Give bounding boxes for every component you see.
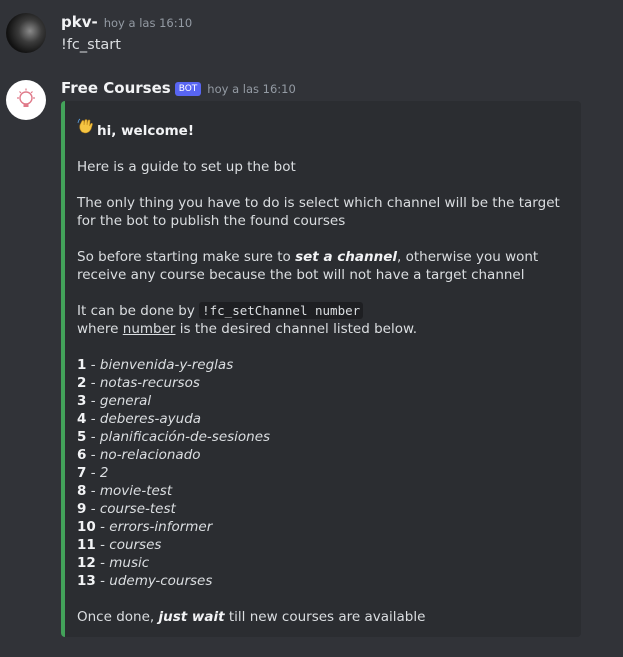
welcome-text: hi, welcome! xyxy=(97,123,194,139)
before-starting-text: So before starting make sure to set a ch… xyxy=(77,249,539,283)
timestamp: hoy a las 16:10 xyxy=(103,16,193,30)
just-wait-emphasis: just wait xyxy=(158,609,225,625)
lightbulb-icon xyxy=(17,88,35,107)
number-underline: number xyxy=(122,321,176,337)
where-text: where number is the desired channel list… xyxy=(77,321,418,337)
set-channel-emphasis: set a channel xyxy=(295,249,397,265)
list-item: 2 - notas-recursos xyxy=(77,375,200,391)
avatar[interactable] xyxy=(6,80,46,120)
list-item: 8 - movie-test xyxy=(77,483,173,499)
avatar[interactable] xyxy=(6,13,46,53)
list-item: 1 - bienvenida-y-reglas xyxy=(77,357,234,373)
guide-text: Here is a guide to set up the bot xyxy=(77,159,296,175)
command-code: !fc_setChannel number xyxy=(199,302,364,319)
done-by-text: It can be done by !fc_setChannel number xyxy=(77,302,569,320)
username[interactable]: pkv- xyxy=(61,13,98,31)
list-item: 13 - udemy-courses xyxy=(77,573,213,589)
username[interactable]: Free Courses xyxy=(61,79,171,97)
list-item: 6 - no-relacionado xyxy=(77,447,201,463)
list-item: 10 - errors-informer xyxy=(77,519,213,535)
list-item: 11 - courses xyxy=(77,537,162,553)
list-item: 5 - planificación-de-sesiones xyxy=(77,429,271,445)
list-item: 3 - general xyxy=(77,393,152,409)
list-item: 7 - 2 xyxy=(77,465,109,481)
message-content: !fc_start xyxy=(61,37,121,53)
timestamp: hoy a las 16:10 xyxy=(207,82,296,96)
embed: hi, welcome! Here is a guide to set up t… xyxy=(61,101,581,637)
list-item: 9 - course-test xyxy=(77,501,176,517)
only-thing-text: The only thing you have to do is select … xyxy=(77,195,560,229)
bot-tag: BOT xyxy=(174,82,202,96)
channel-list: 1 - bienvenida-y-reglas 2 - notas-recurs… xyxy=(77,356,569,590)
list-item: 12 - music xyxy=(77,555,150,571)
waving-hand-icon xyxy=(77,117,95,140)
list-item: 4 - deberes-ayuda xyxy=(77,411,202,427)
message-header: Free Courses BOT hoy a las 16:10 xyxy=(61,79,296,97)
once-done-text: Once done, just wait till new courses ar… xyxy=(77,609,426,625)
embed-title: hi, welcome! xyxy=(77,117,569,140)
message-header: pkv-hoy a las 16:10 xyxy=(61,13,192,31)
